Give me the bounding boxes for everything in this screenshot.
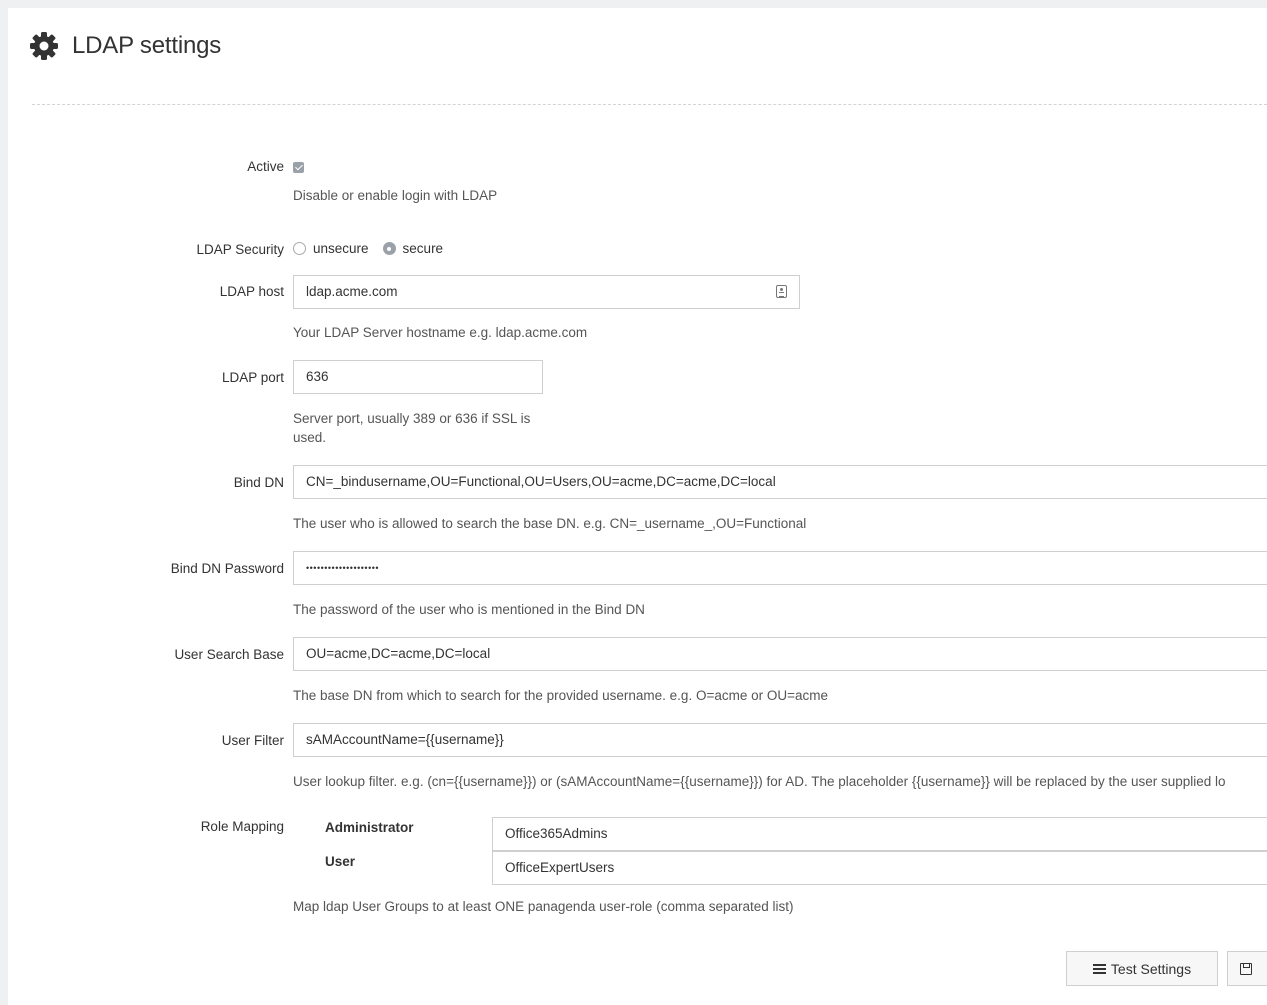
- test-settings-button[interactable]: Test Settings: [1066, 951, 1218, 986]
- search-base-row: User Search Base OU=acme,DC=acme,DC=loca…: [8, 637, 1267, 703]
- header-divider: [32, 104, 1267, 105]
- port-input-value: 636: [306, 369, 329, 384]
- bind-password-input[interactable]: ••••••••••••••••••••: [293, 551, 1267, 585]
- active-checkbox[interactable]: [293, 162, 304, 174]
- list-icon: [1092, 963, 1106, 974]
- bind-dn-input-value: CN=_bindusername,OU=Functional,OU=Users,…: [306, 474, 776, 489]
- save-button[interactable]: [1227, 951, 1267, 986]
- port-input[interactable]: 636: [293, 360, 543, 394]
- ldap-settings-panel: LDAP settings Active Disable or enable l…: [8, 8, 1267, 1005]
- host-help: Your LDAP Server hostname e.g. ldap.acme…: [293, 325, 588, 340]
- search-base-help: The base DN from which to search for the…: [293, 688, 828, 703]
- security-radio-group: unsecure secure: [293, 241, 457, 256]
- user-filter-label: User Filter: [221, 733, 284, 748]
- search-base-input[interactable]: OU=acme,DC=acme,DC=local: [293, 637, 1267, 671]
- bind-password-input-value: ••••••••••••••••••••: [306, 563, 380, 573]
- search-base-input-value: OU=acme,DC=acme,DC=local: [306, 646, 491, 661]
- role-user-input[interactable]: OfficeExpertUsers: [492, 851, 1267, 885]
- port-row: LDAP port 636 Server port, usually 389 o…: [8, 360, 1267, 445]
- bind-dn-help: The user who is allowed to search the ba…: [293, 516, 807, 531]
- port-help-line2: used.: [293, 430, 327, 445]
- role-administrator-input[interactable]: Office365Admins: [492, 817, 1267, 851]
- user-filter-input-value: sAMAccountName={{username}}: [306, 732, 504, 747]
- bind-password-label: Bind DN Password: [170, 561, 284, 576]
- user-filter-input[interactable]: sAMAccountName={{username}}: [293, 723, 1267, 757]
- port-help: Server port, usually 389 or 636 if SSL i…: [293, 409, 530, 447]
- port-label: LDAP port: [221, 370, 284, 385]
- role-mapping-help: Map ldap User Groups to at least ONE pan…: [293, 899, 794, 914]
- role-user-label: User: [325, 854, 356, 869]
- contact-card-icon[interactable]: [776, 285, 787, 298]
- user-filter-help: User lookup filter. e.g. (cn={{username}…: [293, 774, 1226, 789]
- role-user-input-value: OfficeExpertUsers: [505, 860, 615, 875]
- security-label: LDAP Security: [196, 242, 284, 257]
- gear-icon: [28, 30, 60, 62]
- bind-dn-input[interactable]: CN=_bindusername,OU=Functional,OU=Users,…: [293, 465, 1267, 499]
- bind-password-help: The password of the user who is mentione…: [293, 602, 645, 617]
- port-help-line1: Server port, usually 389 or 636 if SSL i…: [293, 411, 531, 426]
- role-administrator-input-value: Office365Admins: [505, 826, 608, 841]
- role-mapping-label: Role Mapping: [200, 819, 284, 834]
- test-settings-label: Test Settings: [1110, 960, 1192, 977]
- save-icon: [1240, 962, 1252, 975]
- page-title: LDAP settings: [72, 32, 222, 59]
- active-label: Active: [247, 159, 284, 174]
- bind-dn-label: Bind DN: [233, 475, 284, 490]
- active-help: Disable or enable login with LDAP: [293, 188, 498, 203]
- radio-secure-label: secure: [402, 241, 444, 256]
- page-header: LDAP settings: [28, 26, 221, 66]
- radio-secure-circle[interactable]: [382, 242, 396, 255]
- host-input-value: ldap.acme.com: [306, 284, 398, 299]
- role-administrator-label: Administrator: [325, 820, 414, 835]
- search-base-label: User Search Base: [174, 647, 284, 662]
- bind-password-row: Bind DN Password •••••••••••••••••••• Th…: [8, 551, 1267, 617]
- host-label: LDAP host: [219, 284, 284, 299]
- user-filter-row: User Filter sAMAccountName={{username}} …: [8, 723, 1267, 789]
- radio-unsecure[interactable]: unsecure: [293, 241, 369, 256]
- radio-unsecure-label: unsecure: [313, 241, 369, 256]
- radio-unsecure-circle[interactable]: [293, 242, 306, 255]
- host-row: LDAP host ldap.acme.com Your LDAP Server…: [8, 275, 1267, 340]
- radio-secure[interactable]: secure: [382, 241, 444, 256]
- host-input[interactable]: ldap.acme.com: [293, 275, 800, 309]
- bind-dn-row: Bind DN CN=_bindusername,OU=Functional,O…: [8, 465, 1267, 531]
